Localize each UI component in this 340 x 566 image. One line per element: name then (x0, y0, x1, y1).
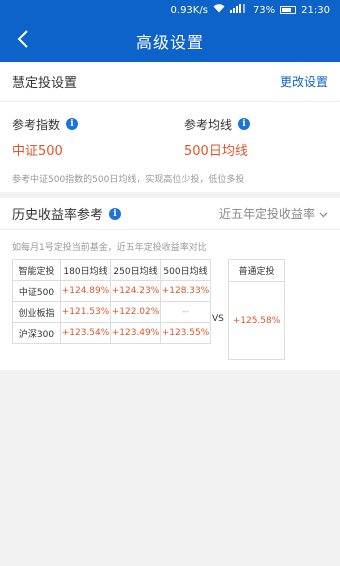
back-button[interactable] (8, 26, 38, 56)
info-icon[interactable]: i (66, 118, 79, 130)
page-title: 高级设置 (135, 33, 204, 52)
normal-investment-value: +125.58% (232, 316, 281, 326)
status-bar: 0.93K/s 73% 21:30 (0, 0, 340, 20)
table-header: 智能定投 (12, 259, 61, 281)
return-cell: +123.49% (110, 322, 161, 344)
history-header: 历史收益率参考 i 近五年定投收益率 (0, 198, 340, 230)
returns-table: 智能定投 180日均线 250日均线 500日均线 中证500 +124.89%… (12, 259, 211, 344)
chevron-down-icon (319, 207, 328, 221)
info-icon[interactable]: i (109, 207, 122, 220)
normal-investment-box: 普通定投 +125.58% (228, 259, 285, 360)
smart-setting-description: 参考中证500指数的500日均线，实现高位少投，低位多投 (12, 175, 245, 185)
info-icon[interactable]: i (238, 118, 251, 130)
period-dropdown[interactable]: 近五年定投收益率 (219, 205, 328, 222)
return-cell: -- (160, 301, 211, 323)
table-row: 创业板指 +121.53% +122.02% -- (12, 301, 211, 323)
wifi-icon (213, 4, 225, 16)
params-row: 参考指数 i 中证500 参考均线 i 500日均线 (0, 114, 340, 164)
reference-index-label-row: 参考指数 i (12, 114, 172, 134)
clock: 21:30 (301, 4, 330, 16)
return-cell: +122.02% (110, 301, 161, 323)
normal-investment-header: 普通定投 (229, 260, 284, 282)
network-speed: 0.93K/s (170, 4, 208, 16)
chevron-left-icon (17, 30, 29, 52)
history-title: 历史收益率参考 (12, 208, 104, 223)
row-label: 沪深300 (12, 322, 61, 344)
return-cell: +128.33% (160, 280, 211, 302)
reference-ma-value: 500日均线 (184, 144, 248, 159)
smart-setting-title: 慧定投设置 (12, 76, 78, 91)
table-row: 中证500 +124.89% +124.23% +128.33% (12, 280, 211, 302)
nav-bar: 高级设置 (0, 20, 340, 62)
return-cell: +123.55% (160, 322, 211, 344)
reference-ma-label: 参考均线 (184, 117, 233, 132)
history-title-row: 历史收益率参考 i (12, 204, 122, 223)
reference-ma: 参考均线 i 500日均线 (184, 114, 340, 159)
row-label: 中证500 (12, 280, 61, 302)
history-description: 如每月1号定投当前基金，近五年定投收益率对比 (12, 243, 207, 253)
return-cell: +124.23% (110, 280, 161, 302)
table-row: 沪深300 +123.54% +123.49% +123.55% (12, 322, 211, 344)
smart-setting-header: 慧定投设置 更改设置 (0, 62, 340, 102)
signal-icon (229, 4, 248, 16)
return-cell: +121.53% (60, 301, 111, 323)
reference-index-value: 中证500 (12, 144, 63, 159)
change-settings-link[interactable]: 更改设置 (280, 73, 328, 90)
battery-icon (280, 6, 297, 14)
reference-ma-label-row: 参考均线 i (184, 114, 340, 134)
return-cell: +123.54% (60, 322, 111, 344)
return-cell: +124.89% (60, 280, 111, 302)
period-dropdown-value: 近五年定投收益率 (218, 207, 315, 221)
table-header: 250日均线 (110, 259, 161, 281)
table-header: 180日均线 (60, 259, 111, 281)
table-header-row: 智能定投 180日均线 250日均线 500日均线 (12, 259, 211, 281)
row-label: 创业板指 (12, 301, 61, 323)
history-return-section: 历史收益率参考 i 近五年定投收益率 如每月1号定投当前基金，近五年定投收益率对… (0, 198, 340, 370)
table-header: 500日均线 (160, 259, 211, 281)
reference-index-label: 参考指数 (12, 117, 61, 132)
smart-setting-section: 慧定投设置 更改设置 参考指数 i 中证500 参考均线 i 500日均线 参考… (0, 62, 340, 192)
battery-percent: 73% (252, 4, 276, 16)
empty-background (0, 370, 340, 566)
reference-index: 参考指数 i 中证500 (12, 114, 172, 159)
vs-label: VS (212, 314, 224, 324)
